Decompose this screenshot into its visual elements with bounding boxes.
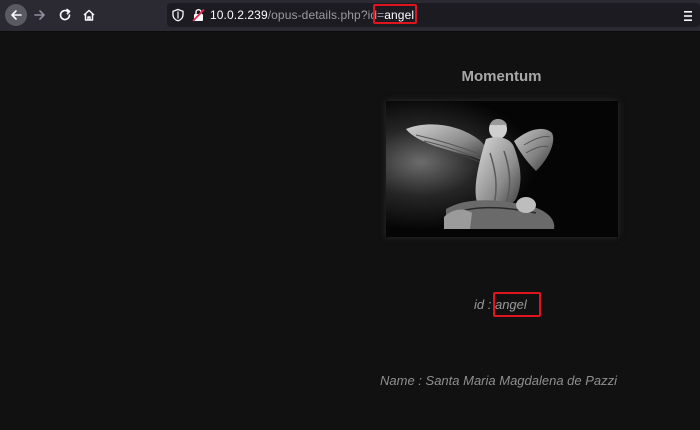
- reload-button[interactable]: [54, 4, 76, 26]
- name-value: Santa Maria Magdalena de Pazzi: [425, 373, 618, 388]
- forward-icon: [34, 10, 45, 20]
- id-label: id :: [474, 297, 492, 312]
- page-title: Momentum: [461, 68, 542, 85]
- angel-statue-image: [386, 101, 618, 237]
- back-button[interactable]: [5, 4, 27, 26]
- url-path: /opus-details.php?id=: [267, 8, 385, 22]
- url-highlight-box: [373, 4, 417, 24]
- address-bar[interactable]: 10.0.2.239/opus-details.php?id=angel: [167, 3, 700, 27]
- reload-icon: [59, 8, 71, 21]
- home-button[interactable]: [78, 4, 100, 26]
- forward-button[interactable]: [29, 4, 51, 26]
- home-icon: [83, 9, 95, 21]
- url-host: 10.0.2.239: [210, 8, 268, 22]
- name-line: Name : Santa Maria Magdalena de Pazzi: [380, 373, 617, 388]
- insecure-lock-icon[interactable]: [192, 8, 205, 22]
- name-label: Name :: [380, 373, 422, 388]
- id-highlight-box: [493, 292, 541, 317]
- menu-icon[interactable]: [684, 10, 692, 22]
- browser-toolbar: 10.0.2.239/opus-details.php?id=angel: [0, 0, 700, 32]
- back-icon: [11, 10, 22, 20]
- shield-icon[interactable]: [171, 8, 185, 22]
